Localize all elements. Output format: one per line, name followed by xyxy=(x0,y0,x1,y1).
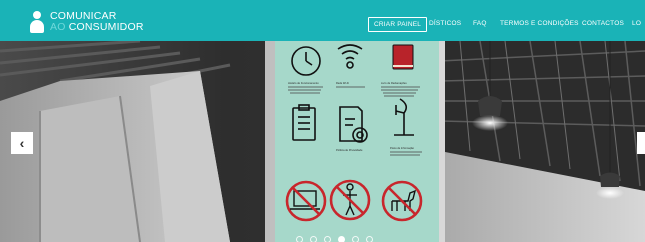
slider-prev-button[interactable]: ‹ xyxy=(11,132,33,154)
sign-caption-policy: Política de Privacidade xyxy=(336,148,363,152)
logo-suffix: CONSUMIDOR xyxy=(68,21,144,33)
slider-next-button[interactable] xyxy=(637,132,645,154)
logo-text-line2: AO CONSUMIDOR xyxy=(50,22,144,33)
slider-dots xyxy=(296,236,373,242)
logo[interactable]: COMUNICAR AO CONSUMIDOR xyxy=(30,11,150,35)
nav-login[interactable]: LO xyxy=(632,20,641,28)
nav-criar-painel-button[interactable]: CRIAR PAINEL xyxy=(368,17,428,32)
slider-dot-1[interactable] xyxy=(296,236,303,242)
person-logo-icon xyxy=(30,11,44,33)
slide-image: Horário de Funcionamento Rede Wi-Fi Livr… xyxy=(0,41,645,242)
slider-dot-6[interactable] xyxy=(366,236,373,242)
slider-dot-4-active[interactable] xyxy=(338,236,345,242)
nav-faq[interactable]: FAQ xyxy=(473,20,487,28)
hero-slider: Horário de Funcionamento Rede Wi-Fi Livr… xyxy=(0,41,645,242)
sign-caption-wifi: Rede Wi-Fi xyxy=(336,81,349,85)
sign-caption-stand: Posto de Informação xyxy=(390,146,414,150)
sign-caption-book: Livro de Reclamações xyxy=(381,81,407,85)
nav-disticos[interactable]: DÍSTICOS xyxy=(429,20,461,28)
slider-dot-5[interactable] xyxy=(352,236,359,242)
nav-contactos[interactable]: CONTACTOS xyxy=(582,20,624,28)
chevron-left-icon: ‹ xyxy=(19,135,25,151)
sign-caption-clock: Horário de Funcionamento xyxy=(288,81,319,85)
logo-prefix: AO xyxy=(50,21,66,33)
top-navbar: COMUNICAR AO CONSUMIDOR CRIAR PAINEL DÍS… xyxy=(0,0,645,41)
slider-dot-3[interactable] xyxy=(324,236,331,242)
slider-dot-2[interactable] xyxy=(310,236,317,242)
nav-termos[interactable]: TERMOS E CONDIÇÕES xyxy=(500,20,579,28)
